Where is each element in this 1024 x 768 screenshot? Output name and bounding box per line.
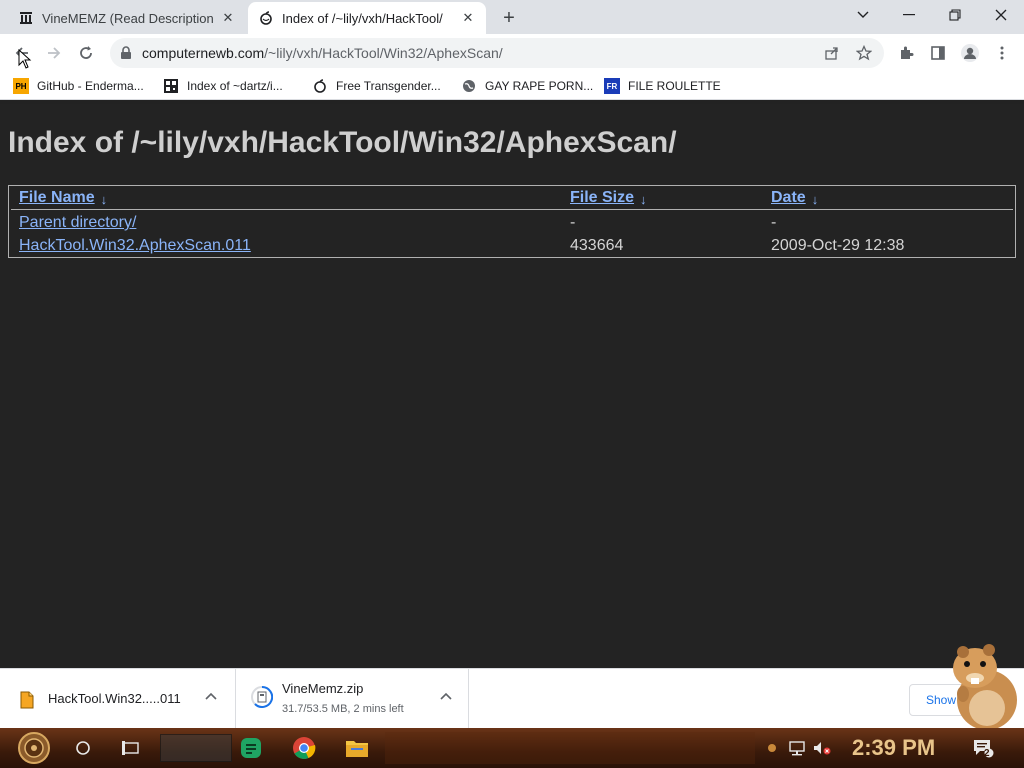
date-cell: 2009-Oct-29 12:38 — [771, 237, 905, 254]
file-size-cell: - — [570, 214, 576, 231]
forward-button[interactable] — [42, 41, 66, 65]
sort-arrow-icon: ↓ — [100, 192, 108, 207]
column-label: File Name — [19, 189, 95, 206]
download-filename: VineMemz.zip — [282, 681, 364, 696]
ph-logo-icon: PH — [13, 78, 29, 94]
file-icon — [20, 691, 36, 709]
side-panel-icon[interactable] — [928, 43, 948, 63]
close-window-button[interactable] — [978, 0, 1024, 30]
hamster-mascot-image — [935, 638, 1023, 730]
search-circle-icon[interactable] — [70, 728, 96, 768]
network-icon[interactable] — [785, 728, 809, 768]
download-filename: HackTool.Win32.....011 — [48, 691, 181, 706]
share-icon[interactable] — [822, 43, 842, 63]
close-icon[interactable]: ✕ — [460, 10, 476, 26]
url-host: computernewb.com — [142, 45, 265, 61]
notification-count: 2 — [984, 748, 990, 759]
profile-icon[interactable] — [960, 43, 980, 63]
close-icon[interactable]: ✕ — [220, 10, 236, 26]
column-header-date[interactable]: Date ↓ — [771, 189, 818, 207]
mouse-cursor-icon — [18, 48, 32, 69]
tab-index[interactable]: Index of /~lily/vxh/HackTool/ ✕ — [248, 2, 486, 34]
minimize-button[interactable] — [886, 0, 932, 30]
reload-button[interactable] — [74, 41, 98, 65]
sort-arrow-icon: ↓ — [811, 192, 819, 207]
tab-strip: VineMEMZ (Read Description) ✕ Index of /… — [0, 0, 1024, 34]
download-status: 31.7/53.5 MB, 2 mins left — [282, 703, 404, 715]
bookmark-gay-rape-porn[interactable]: GAY RAPE PORN... — [461, 77, 593, 95]
sheets-app-icon[interactable] — [238, 728, 264, 768]
taskbar-clock[interactable]: 2:39 PM — [852, 735, 935, 761]
tab-title: VineMEMZ (Read Description) — [42, 10, 214, 26]
chevron-up-icon[interactable] — [205, 689, 217, 703]
bookmark-star-icon[interactable] — [854, 43, 874, 63]
menu-kebab-icon[interactable] — [992, 43, 1012, 63]
sort-arrow-icon: ↓ — [640, 192, 647, 207]
taskbar-empty-area — [385, 732, 755, 764]
globe-icon — [461, 78, 477, 94]
apple-icon — [258, 10, 274, 26]
bookmarks-bar: PH GitHub - Enderma... Index of ~dartz/i… — [0, 72, 1024, 100]
apple-icon — [312, 78, 328, 94]
file-link[interactable]: HackTool.Win32.AphexScan.011 — [19, 237, 251, 255]
tray-overflow-icon[interactable] — [764, 728, 780, 768]
address-bar[interactable]: computernewb.com/~lily/vxh/HackTool/Win3… — [110, 38, 884, 68]
file-roulette-icon: FR — [604, 78, 620, 94]
directory-listing-table: File Name ↓ File Size ↓ Date ↓ Parent direc… — [8, 185, 1016, 258]
url-path: /~lily/vxh/HackTool/Win32/AphexScan/ — [264, 45, 503, 61]
bookmark-label: GAY RAPE PORN... — [485, 79, 594, 93]
column-label: File Size — [570, 189, 635, 206]
notification-center-icon[interactable]: 2 — [970, 728, 996, 768]
column-label: Date — [771, 189, 806, 206]
browser-toolbar: computernewb.com/~lily/vxh/HackTool/Win3… — [0, 34, 1024, 72]
restore-button[interactable] — [932, 0, 978, 30]
date-cell: - — [771, 214, 777, 231]
tab-title: Index of /~lily/vxh/HackTool/ — [282, 10, 443, 26]
bookmark-file-roulette[interactable]: FR FILE ROULETTE — [604, 77, 721, 95]
lock-icon[interactable] — [120, 46, 134, 60]
taskbar: 2:39 PM 2 — [0, 728, 1024, 768]
start-button[interactable] — [10, 728, 58, 768]
bookmark-label: FILE ROULETTE — [628, 79, 721, 93]
column-header-file-name[interactable]: File Name ↓ — [19, 189, 107, 207]
volume-muted-icon[interactable] — [810, 728, 834, 768]
chrome-icon[interactable] — [290, 728, 318, 768]
tab-search-chevron-icon[interactable] — [840, 0, 886, 30]
download-item[interactable]: VineMemz.zip 31.7/53.5 MB, 2 mins left — [237, 669, 469, 729]
building-icon — [18, 10, 34, 26]
bookmark-label: Index of ~dartz/i... — [187, 79, 283, 93]
url-text[interactable]: computernewb.com/~lily/vxh/HackTool/Win3… — [142, 45, 503, 61]
download-progress-icon — [251, 685, 274, 708]
page-content: Index of /~lily/vxh/HackTool/Win32/Aphex… — [0, 104, 1024, 668]
file-size-cell: 433664 — [570, 237, 624, 254]
extensions-icon[interactable] — [896, 43, 916, 63]
taskbar-search-box[interactable] — [160, 734, 232, 762]
header-divider — [11, 209, 1013, 210]
bookmark-github[interactable]: PH GitHub - Enderma... — [13, 77, 144, 95]
column-header-file-size[interactable]: File Size ↓ — [570, 189, 647, 207]
download-bar: HackTool.Win32.....011 VineMemz.zip 31.7… — [0, 668, 1024, 729]
new-tab-button[interactable]: + — [498, 7, 520, 29]
file-explorer-icon[interactable] — [343, 728, 371, 768]
parent-directory-link[interactable]: Parent directory/ — [19, 214, 136, 232]
download-item[interactable]: HackTool.Win32.....011 — [0, 669, 236, 729]
bookmark-free-transgender[interactable]: Free Transgender... — [312, 77, 441, 95]
qr-icon — [163, 78, 179, 94]
page-title: Index of /~lily/vxh/HackTool/Win32/Aphex… — [8, 126, 677, 159]
task-view-icon[interactable] — [118, 728, 144, 768]
bookmark-label: GitHub - Enderma... — [37, 79, 144, 93]
chevron-up-icon[interactable] — [440, 689, 452, 703]
bookmark-index-dartz[interactable]: Index of ~dartz/i... — [163, 77, 283, 95]
tab-vinememz[interactable]: VineMEMZ (Read Description) ✕ — [8, 2, 246, 34]
bookmark-label: Free Transgender... — [336, 79, 441, 93]
